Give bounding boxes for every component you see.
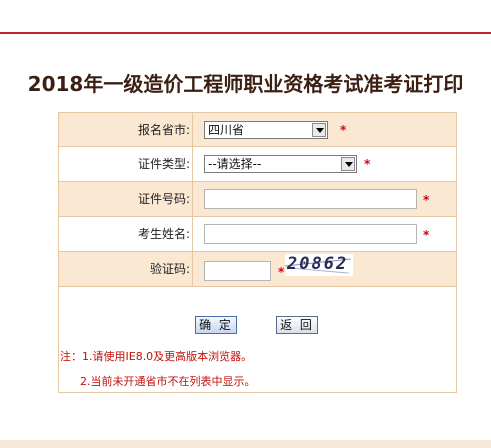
name-input[interactable] (204, 224, 417, 244)
chevron-down-icon[interactable] (341, 157, 355, 171)
top-red-rule (0, 32, 491, 34)
name-label: 考生姓名: (59, 217, 193, 251)
row-captcha: 验证码: * (59, 252, 456, 287)
captcha-image[interactable]: 20862 (285, 254, 353, 276)
row-province: 报名省市: 四川省 * (59, 113, 456, 147)
back-button[interactable]: 返 回 (276, 316, 318, 334)
province-select-value: 四川省 (208, 123, 245, 137)
required-mark: * (340, 123, 347, 137)
confirm-button[interactable]: 确 定 (195, 316, 237, 334)
footer-band (0, 440, 491, 448)
row-name: 考生姓名: * (59, 217, 456, 252)
row-id-number: 证件号码: * (59, 182, 456, 217)
province-select[interactable]: 四川省 (204, 121, 328, 139)
row-id-type: 证件类型: --请选择-- * (59, 147, 456, 182)
id-type-label: 证件类型: (59, 147, 193, 181)
id-number-input[interactable] (204, 189, 417, 209)
id-number-label: 证件号码: (59, 182, 193, 216)
province-label: 报名省市: (59, 113, 193, 146)
captcha-label: 验证码: (59, 252, 193, 286)
id-type-select[interactable]: --请选择-- (204, 155, 357, 173)
note-line-1: 注：1.请使用IE8.0及更高版本浏览器。 (60, 350, 253, 363)
id-type-select-value: --请选择-- (208, 157, 262, 171)
captcha-image-text: 20862 (287, 254, 349, 274)
note-line-2: 2.当前未开通省市不在列表中显示。 (80, 375, 256, 388)
page-title: 2018年一级造价工程师职业资格考试准考证打印 (27, 72, 464, 96)
captcha-input[interactable] (204, 261, 271, 281)
required-mark: * (278, 265, 285, 279)
required-mark: * (423, 193, 430, 207)
required-mark: * (423, 228, 430, 242)
required-mark: * (364, 157, 371, 171)
chevron-down-icon[interactable] (312, 123, 326, 137)
